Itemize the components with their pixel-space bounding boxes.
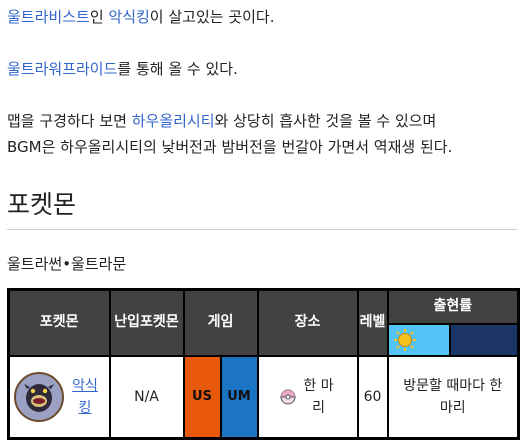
header-pokemon: 포켓몬 [7,288,111,357]
header-intrusion: 난입포켓몬 [108,288,185,357]
intro-line-2-rest: 를 통해 올 수 있다. [117,60,238,78]
intro-line-1-rest: 이 살고있는 곳이다. [149,8,275,26]
guzzlord-portrait-icon [14,371,64,422]
intro-line-2: 울트라워프라이드를 통해 올 수 있다. [7,57,238,81]
time-night-cell [448,322,520,357]
appearance-text: 방문할 때마다 한 마리 [403,377,503,416]
cell-pokemon: 악식킹 [7,354,111,440]
header-game: 게임 [182,288,259,357]
cell-appearance: 방문할 때마다 한 마리 [386,354,520,440]
intro-line-3-pre: 맵을 구경하다 보면 [7,112,132,130]
header-appearance: 출현률 [386,288,520,325]
section-subtitle: 울트라썬•울트라문 [7,255,127,273]
intro-line-3: 맵을 구경하다 보면 하우올리시티와 상당히 흡사한 것을 볼 수 있으며 [7,109,436,133]
section-title: 포켓몬 [7,190,77,219]
location-entry: 한 마리 [259,375,357,419]
intro-line-1: 울트라비스트인 악식킹이 살고있는 곳이다. [7,5,275,29]
cell-game-us: US [182,354,222,440]
intro-line-1-mid: 인 [89,8,109,26]
header-location: 장소 [256,288,359,357]
intro-line-4: BGM은 하우올리시티의 낮버전과 밤버전을 번갈아 가면서 역재생 된다. [7,138,453,156]
header-level: 레벨 [356,288,389,357]
pokemon-entry: 악식킹 [10,371,109,422]
section-divider [7,229,517,230]
encounter-table: 포켓몬 난입포켓몬 게임 장소 레벨 출현률 악식킹 N/A US UM 한 마… [7,288,521,440]
intro-line-3-rest: 와 상당히 흡사한 것을 볼 수 있으며 [214,112,437,130]
cell-game-um: UM [219,354,259,440]
link-ultra-warp-ride[interactable]: 울트라워프라이드 [7,60,117,78]
cell-location: 한 마리 [256,354,359,440]
sun-icon [393,328,416,351]
link-hauoli-city[interactable]: 하우올리시티 [132,112,215,130]
link-ultra-beast[interactable]: 울트라비스트 [7,8,90,26]
dream-ball-icon [280,389,296,405]
location-text: 한 마리 [303,377,334,416]
link-guzzlord[interactable]: 악식킹 [108,8,149,26]
cell-intrusion: N/A [108,354,185,440]
link-pokemon-guzzlord[interactable]: 악식킹 [70,375,100,419]
moon-icon [461,328,473,351]
cell-level: 60 [356,354,389,440]
time-day-cell [386,322,451,357]
